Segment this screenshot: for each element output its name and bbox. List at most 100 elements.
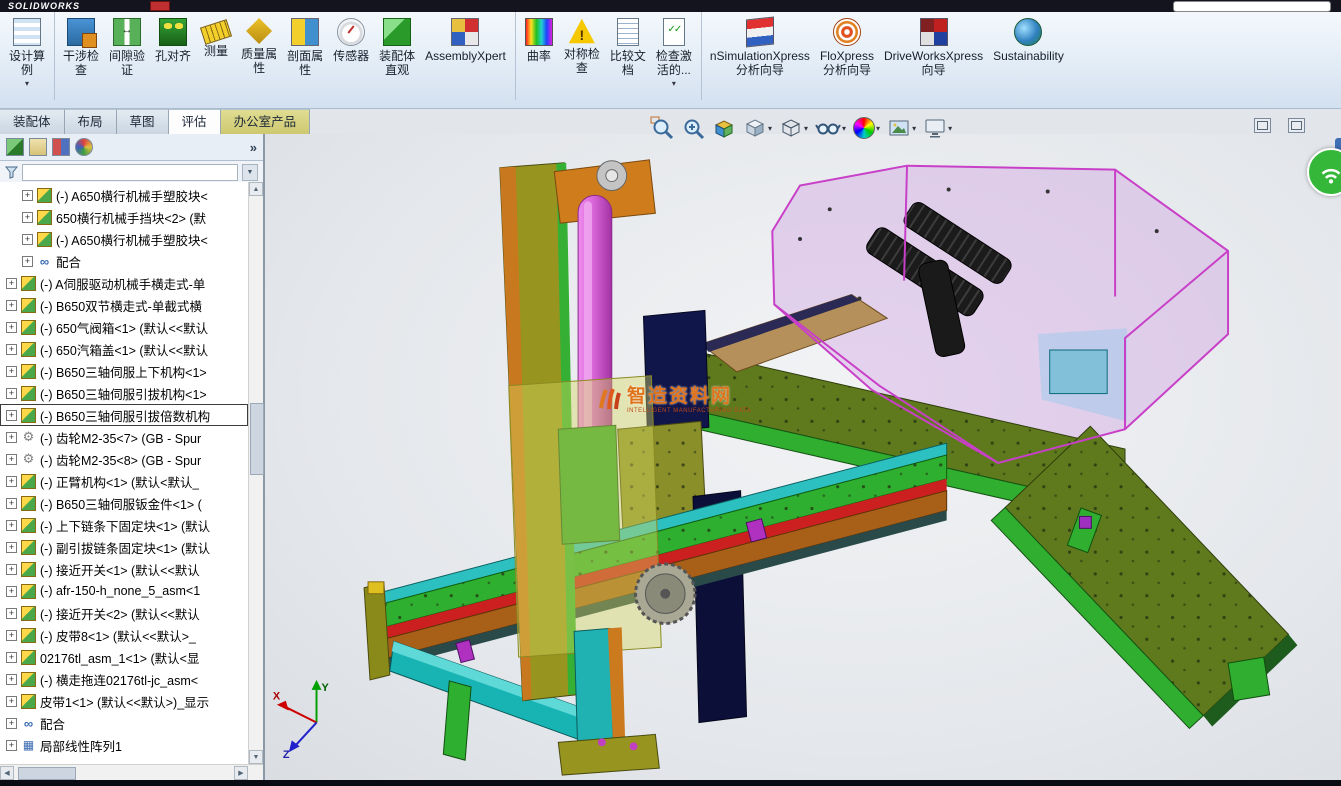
tree-expander-icon[interactable]	[6, 674, 17, 685]
tree-expander-icon[interactable]	[6, 564, 17, 575]
tree-row[interactable]: (-) 接近开关<2> (默认<<默认	[0, 602, 248, 624]
tree-expander-icon[interactable]	[6, 432, 17, 443]
tree-row[interactable]: (-) A650横行机械手塑胶块<	[0, 184, 248, 206]
edit-appearance-icon[interactable]	[853, 117, 880, 139]
ribbon-button[interactable]: Sustainability	[988, 12, 1069, 100]
graphics-viewport[interactable]: Y X Z	[265, 134, 1341, 780]
ribbon-button[interactable]: 测量	[196, 12, 236, 100]
vertical-scroll-thumb[interactable]	[250, 403, 264, 475]
tree-expander-icon[interactable]	[6, 542, 17, 553]
commandmanager-tab[interactable]: 草图	[117, 109, 169, 135]
titlebar-red-button[interactable]	[150, 1, 170, 11]
tree-row[interactable]: (-) B650三轴伺服引拔倍数机构	[0, 404, 248, 426]
tree-expander-icon[interactable]	[6, 696, 17, 707]
tree-expander-icon[interactable]	[6, 498, 17, 509]
tree-expander-icon[interactable]	[6, 608, 17, 619]
tree-row[interactable]: (-) 上下链条下固定块<1> (默认	[0, 514, 248, 536]
view-settings-icon[interactable]	[923, 116, 952, 140]
tree-row[interactable]: (-) afr-150-h_none_5_asm<1	[0, 580, 248, 602]
display-style-icon[interactable]	[779, 116, 808, 140]
ribbon-button[interactable]: 对称检 查	[559, 12, 605, 100]
tree-row[interactable]: 配合	[0, 712, 248, 734]
tree-vertical-scrollbar[interactable]	[248, 182, 263, 764]
ribbon-button[interactable]: 曲率	[519, 12, 559, 100]
tree-row[interactable]: 配合	[0, 250, 248, 272]
scroll-up-button[interactable]	[249, 182, 263, 196]
titlebar-search-input[interactable]	[1173, 1, 1331, 12]
scroll-right-button[interactable]	[234, 766, 248, 780]
ribbon-button[interactable]: 装配体 直观	[374, 12, 420, 100]
dimxpert-tab-icon[interactable]	[75, 138, 93, 156]
tree-expander-icon[interactable]	[6, 520, 17, 531]
section-view-icon[interactable]	[712, 116, 736, 140]
tree-expander-icon[interactable]	[6, 300, 17, 311]
featuremanager-tab-icon[interactable]	[6, 138, 24, 156]
tree-row[interactable]: 局部线性阵列1	[0, 734, 248, 756]
ribbon-button[interactable]: AssemblyXpert	[420, 12, 516, 100]
tree-row[interactable]: (-) 650汽箱盖<1> (默认<<默认	[0, 338, 248, 360]
commandmanager-tab[interactable]: 评估	[169, 109, 221, 135]
ribbon-button[interactable]: DriveWorksXpress 向导	[879, 12, 988, 100]
tree-row[interactable]: 皮带1<1> (默认<<默认>)_显示	[0, 690, 248, 712]
ribbon-button[interactable]: 比较文 档	[605, 12, 651, 100]
tree-expander-icon[interactable]	[6, 388, 17, 399]
apply-scene-icon[interactable]	[887, 116, 916, 140]
tree-expander-icon[interactable]	[6, 278, 17, 289]
tree-expander-icon[interactable]	[6, 586, 17, 597]
tree-row[interactable]: (-) B650三轴伺服引拔机构<1>	[0, 382, 248, 404]
ribbon-button[interactable]: 设计算 例	[4, 12, 55, 100]
tree-expander-icon[interactable]	[6, 718, 17, 729]
commandmanager-tab[interactable]: 办公室产品	[221, 109, 311, 135]
filter-input[interactable]	[22, 164, 238, 181]
tree-row[interactable]: (-) 横走拖连02176tl-jc_asm<	[0, 668, 248, 690]
tree-expander-icon[interactable]	[6, 476, 17, 487]
scroll-left-button[interactable]	[0, 766, 14, 780]
tree-row[interactable]: (-) B650双节横走式-单截式横	[0, 294, 248, 316]
filter-funnel-icon[interactable]	[5, 166, 18, 179]
hide-show-items-icon[interactable]	[815, 116, 846, 140]
tree-expander-icon[interactable]	[22, 256, 33, 267]
ribbon-button[interactable]: 剖面属 性	[282, 12, 328, 100]
tree-row[interactable]: (-) 正臂机构<1> (默认<默认_	[0, 470, 248, 492]
tree-expander-icon[interactable]	[22, 212, 33, 223]
ribbon-button[interactable]: FloXpress 分析向导	[815, 12, 879, 100]
ribbon-button[interactable]: 干涉检 查	[58, 12, 104, 100]
tree-row[interactable]: (-) B650三轴伺服上下机构<1>	[0, 360, 248, 382]
configurationmanager-tab-icon[interactable]	[52, 138, 70, 156]
tree-expander-icon[interactable]	[6, 322, 17, 333]
tree-expander-icon[interactable]	[6, 344, 17, 355]
tree-row[interactable]: 02176tl_asm_1<1> (默认<显	[0, 646, 248, 668]
tree-expander-icon[interactable]	[6, 652, 17, 663]
tree-row[interactable]: (-) A伺服驱动机械手横走式-单	[0, 272, 248, 294]
tree-expander-icon[interactable]	[6, 410, 17, 421]
tree-row[interactable]: (-) 650气阀箱<1> (默认<<默认	[0, 316, 248, 338]
horizontal-scroll-thumb[interactable]	[18, 767, 76, 780]
commandmanager-tab[interactable]: 装配体	[0, 109, 65, 135]
tree-expander-icon[interactable]	[22, 190, 33, 201]
scroll-down-button[interactable]	[249, 750, 263, 764]
ribbon-button[interactable]: 孔对齐	[150, 12, 196, 100]
zoom-area-icon[interactable]	[681, 116, 705, 140]
propertymanager-tab-icon[interactable]	[29, 138, 47, 156]
tree-expander-icon[interactable]	[22, 234, 33, 245]
tree-row[interactable]: (-) 副引拔链条固定块<1> (默认	[0, 536, 248, 558]
tree-row[interactable]: (-) A650横行机械手塑胶块<	[0, 228, 248, 250]
model-3d[interactable]: Y X Z	[265, 134, 1341, 780]
collapse-ribbon-button[interactable]	[1288, 118, 1305, 133]
filter-dropdown-button[interactable]	[242, 164, 258, 181]
tree-expander-icon[interactable]	[6, 740, 17, 751]
tree-row[interactable]: 650横行机械手挡块<2> (默	[0, 206, 248, 228]
ribbon-button[interactable]: 间隙验 证	[104, 12, 150, 100]
ribbon-button[interactable]: 检查激 活的...	[651, 12, 702, 100]
tree-row[interactable]: (-) B650三轴伺服钣金件<1> (	[0, 492, 248, 514]
ribbon-button[interactable]: 质量属 性	[236, 12, 282, 100]
ribbon-button[interactable]: nSimulationXpress 分析向导	[705, 12, 815, 100]
tree-horizontal-scrollbar[interactable]	[0, 764, 263, 780]
panel-expand-chevron-icon[interactable]	[250, 140, 257, 155]
commandmanager-tab[interactable]: 布局	[65, 109, 117, 135]
tree-row[interactable]: (-) 皮带8<1> (默认<<默认>_	[0, 624, 248, 646]
tree-row[interactable]: (-) 齿轮M2-35<8> (GB - Spur	[0, 448, 248, 470]
ribbon-button[interactable]: 传感器	[328, 12, 374, 100]
tree-row[interactable]: (-) 接近开关<1> (默认<<默认	[0, 558, 248, 580]
tree-expander-icon[interactable]	[6, 454, 17, 465]
